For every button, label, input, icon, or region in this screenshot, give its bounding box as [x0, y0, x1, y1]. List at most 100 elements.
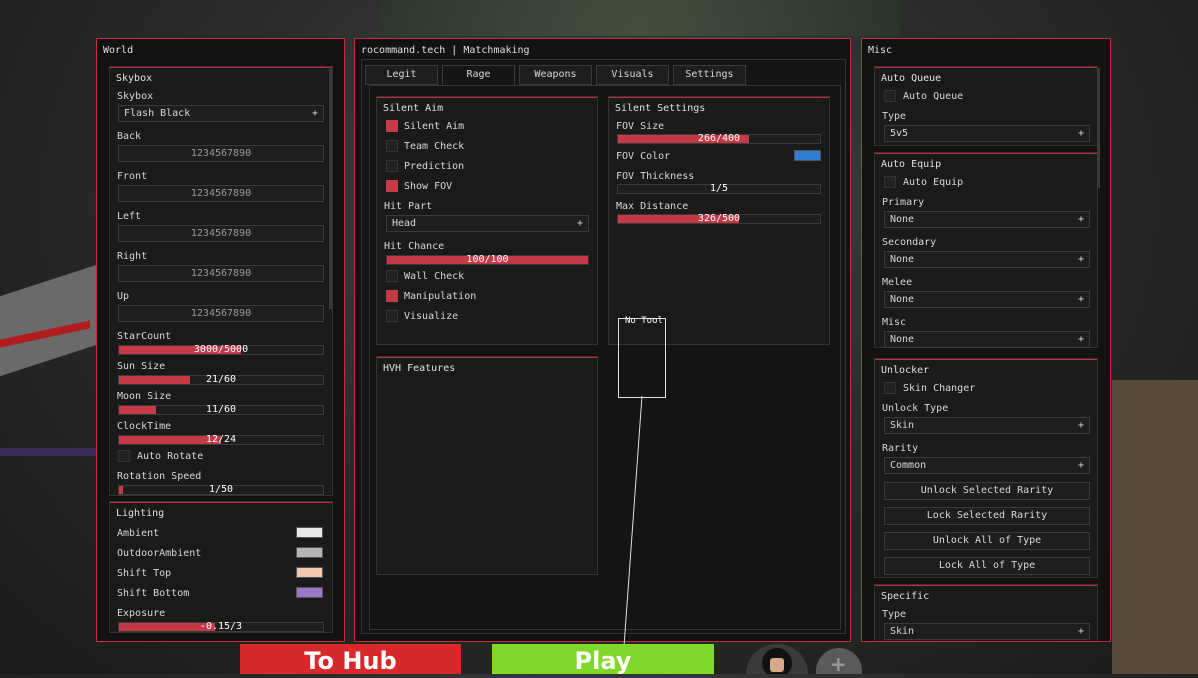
team-check-checkbox[interactable] — [386, 140, 398, 152]
hit-chance-slider[interactable]: 100/100 — [386, 254, 589, 265]
outdoor-ambient-color-swatch[interactable] — [296, 547, 323, 558]
plus-icon: + — [311, 108, 318, 119]
scrollbar[interactable] — [329, 69, 332, 309]
shift-bottom-color-swatch[interactable] — [296, 587, 323, 598]
left-input[interactable]: 1234567890 — [118, 225, 324, 242]
slider-value: 1/50 — [208, 484, 234, 495]
auto-queue-checkbox[interactable] — [884, 90, 896, 102]
plus-icon: + — [1077, 294, 1084, 305]
prediction-label: Prediction — [404, 161, 465, 172]
starcount-slider[interactable]: 3000/5000 — [118, 344, 324, 355]
auto-queue-section-title: Auto Queue — [881, 73, 942, 84]
background-foliage — [380, 0, 900, 36]
lock-all-of-type-button[interactable]: Lock All of Type — [884, 557, 1090, 575]
slider-value: 266/400 — [697, 133, 741, 144]
manipulation-checkbox[interactable] — [386, 290, 398, 302]
plus-icon: + — [1077, 214, 1084, 225]
auto-queue-section: Auto Queue Auto Queue Type 5v5 + — [874, 66, 1098, 146]
exposure-slider[interactable]: -0.15/3 — [118, 621, 324, 632]
unlock-type-dropdown[interactable]: Skin + — [884, 417, 1090, 434]
wall-check-checkbox[interactable] — [386, 270, 398, 282]
auto-equip-section-title: Auto Equip — [881, 159, 942, 170]
tab-rage[interactable]: Rage — [442, 65, 515, 85]
prediction-checkbox[interactable] — [386, 160, 398, 172]
hit-chance-label: Hit Chance — [384, 241, 445, 252]
fov-size-slider[interactable]: 266/400 — [617, 133, 821, 144]
plus-icon: + — [1077, 334, 1084, 345]
unlock-all-of-type-button[interactable]: Unlock All of Type — [884, 532, 1090, 550]
visualize-checkbox[interactable] — [386, 310, 398, 322]
skin-changer-label: Skin Changer — [903, 383, 976, 394]
fov-color-swatch[interactable] — [794, 150, 821, 161]
silent-aim-section-title: Silent Aim — [383, 103, 444, 114]
back-input[interactable]: 1234567890 — [118, 145, 324, 162]
clocktime-slider[interactable]: 12/24 — [118, 434, 324, 445]
shift-top-label: Shift Top — [117, 568, 172, 579]
show-fov-checkbox[interactable] — [386, 180, 398, 192]
up-label: Up — [117, 291, 130, 302]
primary-label: Primary — [882, 197, 925, 208]
silent-aim-label: Silent Aim — [404, 121, 465, 132]
slider-value: 12/24 — [205, 434, 237, 445]
unlock-selected-rarity-button[interactable]: Unlock Selected Rarity — [884, 482, 1090, 500]
lock-selected-rarity-button[interactable]: Lock Selected Rarity — [884, 507, 1090, 525]
plus-icon: + — [1077, 420, 1084, 431]
scrollbar[interactable] — [1097, 68, 1100, 188]
shift-bottom-label: Shift Bottom — [117, 588, 190, 599]
tool-label: No Tool — [625, 316, 663, 326]
shift-top-color-swatch[interactable] — [296, 567, 323, 578]
rarity-value: Common — [890, 460, 927, 471]
primary-value: None — [890, 214, 915, 225]
tool-pointer-line — [621, 396, 643, 674]
auto-equip-checkbox[interactable] — [884, 176, 896, 188]
world-panel-title: World — [103, 45, 134, 56]
add-friend-button[interactable]: + — [816, 648, 862, 674]
to-hub-button[interactable]: To Hub — [240, 644, 461, 675]
silent-aim-section: Silent Aim Silent Aim Team Check Predict… — [376, 96, 598, 345]
max-distance-slider[interactable]: 326/500 — [617, 213, 821, 224]
hit-part-dropdown[interactable]: Head + — [386, 215, 589, 232]
rotation-speed-slider[interactable]: 1/50 — [118, 484, 324, 495]
right-input[interactable]: 1234567890 — [118, 265, 324, 282]
primary-dropdown[interactable]: None + — [884, 211, 1090, 228]
slider-value: 1/5 — [709, 183, 729, 194]
silent-aim-checkbox[interactable] — [386, 120, 398, 132]
misc-equip-dropdown[interactable]: None + — [884, 331, 1090, 348]
auto-rotate-checkbox[interactable] — [118, 450, 130, 462]
skin-changer-checkbox[interactable] — [884, 382, 896, 394]
queue-type-dropdown[interactable]: 5v5 + — [884, 125, 1090, 142]
up-input[interactable]: 1234567890 — [118, 305, 324, 322]
main-panel-title: rocommand.tech | Matchmaking — [361, 45, 530, 56]
sunsize-slider[interactable]: 21/60 — [118, 374, 324, 385]
skybox-dropdown[interactable]: Flash Black + — [118, 105, 324, 122]
tab-visuals[interactable]: Visuals — [596, 65, 669, 85]
tab-legit[interactable]: Legit — [365, 65, 438, 85]
max-distance-label: Max Distance — [616, 201, 689, 212]
skybox-section-title: Skybox — [116, 73, 153, 84]
misc-equip-label: Misc — [882, 317, 907, 328]
auto-rotate-label: Auto Rotate — [137, 451, 204, 462]
tab-settings[interactable]: Settings — [673, 65, 746, 85]
melee-dropdown[interactable]: None + — [884, 291, 1090, 308]
melee-value: None — [890, 294, 915, 305]
unlock-type-label: Unlock Type — [882, 403, 949, 414]
tab-weapons[interactable]: Weapons — [519, 65, 592, 85]
background-object — [0, 263, 100, 377]
slider-value: 100/100 — [466, 254, 509, 265]
moonsize-slider[interactable]: 11/60 — [118, 404, 324, 415]
rarity-dropdown[interactable]: Common + — [884, 457, 1090, 474]
fov-size-label: FOV Size — [616, 121, 665, 132]
team-check-label: Team Check — [404, 141, 465, 152]
rotation-speed-label: Rotation Speed — [117, 471, 202, 482]
melee-label: Melee — [882, 277, 913, 288]
front-input[interactable]: 1234567890 — [118, 185, 324, 202]
specific-section: Specific Type Skin + — [874, 584, 1098, 641]
secondary-dropdown[interactable]: None + — [884, 251, 1090, 268]
plus-icon: + — [1077, 626, 1084, 637]
play-button[interactable]: Play — [492, 644, 714, 675]
fov-thickness-slider[interactable]: 1/5 — [617, 183, 821, 194]
specific-type-dropdown[interactable]: Skin + — [884, 623, 1090, 640]
ambient-color-swatch[interactable] — [296, 527, 323, 538]
background-stripe-purple — [0, 448, 96, 456]
avatar[interactable] — [746, 644, 808, 674]
